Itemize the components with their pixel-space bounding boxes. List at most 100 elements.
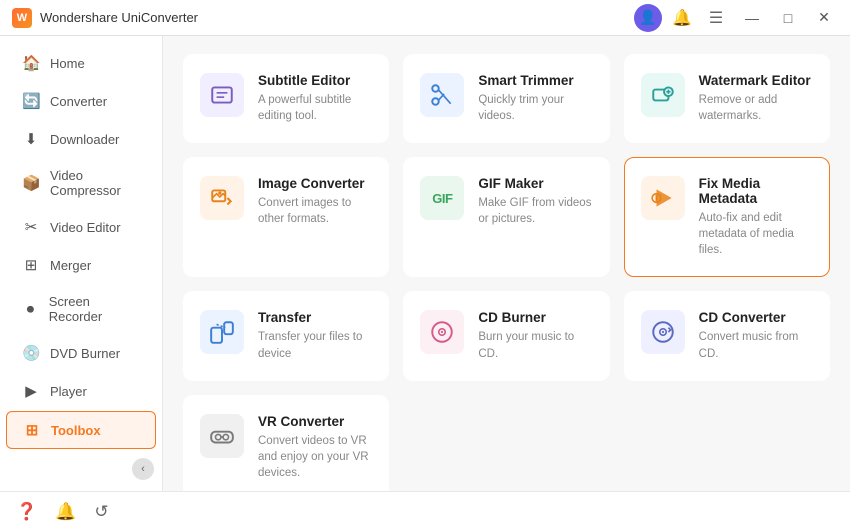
fix-media-metadata-info: Fix Media Metadata Auto-fix and edit meta… — [699, 176, 813, 258]
sidebar-item-video-compressor[interactable]: 📦 Video Compressor — [6, 159, 156, 207]
merger-icon: ⊞ — [22, 256, 40, 274]
help-icon[interactable]: ❓ — [16, 502, 37, 522]
watermark-editor-desc: Remove or add watermarks. — [699, 92, 813, 124]
cd-converter-desc: Convert music from CD. — [699, 329, 813, 361]
tool-card-gif-maker[interactable]: GIF GIF Maker Make GIF from videos or pict… — [403, 157, 609, 277]
smart-trimmer-name: Smart Trimmer — [478, 73, 592, 88]
transfer-name: Transfer — [258, 310, 372, 325]
home-icon: 🏠 — [22, 54, 40, 72]
watermark-editor-info: Watermark Editor Remove or add watermarks… — [699, 73, 813, 124]
gif-maker-desc: Make GIF from videos or pictures. — [478, 195, 592, 227]
converter-icon: 🔄 — [22, 92, 40, 110]
fix-media-metadata-desc: Auto-fix and edit metadata of media file… — [699, 210, 813, 258]
tool-card-watermark-editor[interactable]: Watermark Editor Remove or add watermarks… — [624, 54, 830, 143]
profile-icon[interactable]: 👤 — [634, 4, 662, 32]
minimize-button[interactable]: — — [738, 8, 766, 28]
sidebar-item-toolbox[interactable]: ⊞ Toolbox — [6, 411, 156, 449]
cd-burner-info: CD Burner Burn your music to CD. — [478, 310, 592, 361]
refresh-icon[interactable]: ↺ — [94, 502, 108, 522]
image-converter-info: Image Converter Convert images to other f… — [258, 176, 372, 227]
toolbox-icon: ⊞ — [23, 421, 41, 439]
smart-trimmer-info: Smart Trimmer Quickly trim your videos. — [478, 73, 592, 124]
titlebar-left: W Wondershare UniConverter — [12, 8, 198, 28]
tool-card-transfer[interactable]: Transfer Transfer your files to device — [183, 291, 389, 380]
vr-converter-info: VR ConverterConvert videos to VR and enj… — [258, 414, 372, 481]
tool-card-subtitle-editor[interactable]: Subtitle Editor A powerful subtitle editi… — [183, 54, 389, 143]
bottombar: ❓ 🔔 ↺ — [0, 491, 850, 531]
app-logo: W — [12, 8, 32, 28]
vr-converter-desc: Convert videos to VR and enjoy on your V… — [258, 433, 372, 481]
notification-icon[interactable]: 🔔 — [55, 502, 76, 522]
subtitle-editor-name: Subtitle Editor — [258, 73, 372, 88]
player-icon: ▶ — [22, 382, 40, 400]
smart-trimmer-desc: Quickly trim your videos. — [478, 92, 592, 124]
cd-converter-name: CD Converter — [699, 310, 813, 325]
sidebar-item-toolbox-label: Toolbox — [51, 423, 101, 438]
sidebar-item-player-label: Player — [50, 384, 87, 399]
sidebar-item-dvd-burner[interactable]: 💿 DVD Burner — [6, 335, 156, 371]
tool-card-smart-trimmer[interactable]: Smart Trimmer Quickly trim your videos. — [403, 54, 609, 143]
tool-card-vr-converter[interactable]: VR ConverterConvert videos to VR and enj… — [183, 395, 389, 491]
transfer-info: Transfer Transfer your files to device — [258, 310, 372, 361]
sidebar-item-video-editor-label: Video Editor — [50, 220, 121, 235]
sidebar-item-home-label: Home — [50, 56, 85, 71]
sidebar-item-video-compressor-label: Video Compressor — [50, 168, 140, 198]
sidebar-item-screen-recorder[interactable]: ⏺ Screen Recorder — [6, 285, 156, 333]
dvd-burner-icon: 💿 — [22, 344, 40, 362]
sidebar: 🏠 Home 🔄 Converter ⬇ Downloader 📦 Video … — [0, 36, 163, 491]
tool-card-image-converter[interactable]: Image Converter Convert images to other f… — [183, 157, 389, 277]
tool-grid: Subtitle Editor A powerful subtitle editi… — [183, 54, 830, 491]
cd-burner-desc: Burn your music to CD. — [478, 329, 592, 361]
gif-maker-name: GIF Maker — [478, 176, 592, 191]
image-converter-icon — [200, 176, 244, 220]
bell-icon[interactable]: 🔔 — [668, 4, 696, 32]
tool-card-cd-burner[interactable]: CD Burner Burn your music to CD. — [403, 291, 609, 380]
tool-card-fix-media-metadata[interactable]: Fix Media Metadata Auto-fix and edit meta… — [624, 157, 830, 277]
subtitle-editor-info: Subtitle Editor A powerful subtitle editi… — [258, 73, 372, 124]
tool-card-cd-converter[interactable]: CD Converter Convert music from CD. — [624, 291, 830, 380]
fix-media-metadata-icon — [641, 176, 685, 220]
cd-converter-info: CD Converter Convert music from CD. — [699, 310, 813, 361]
content-area: Subtitle Editor A powerful subtitle editi… — [163, 36, 850, 491]
sidebar-collapse: ‹ — [0, 450, 162, 488]
subtitle-editor-icon — [200, 73, 244, 117]
collapse-button[interactable]: ‹ — [132, 458, 154, 480]
maximize-button[interactable]: □ — [774, 8, 802, 28]
sidebar-item-converter-label: Converter — [50, 94, 107, 109]
sidebar-item-merger[interactable]: ⊞ Merger — [6, 247, 156, 283]
menu-icon[interactable]: ☰ — [702, 4, 730, 32]
titlebar: W Wondershare UniConverter 👤 🔔 ☰ — □ ✕ — [0, 0, 850, 36]
titlebar-right: 👤 🔔 ☰ — □ ✕ — [634, 4, 838, 32]
gif-maker-info: GIF Maker Make GIF from videos or picture… — [478, 176, 592, 227]
sidebar-item-merger-label: Merger — [50, 258, 91, 273]
video-editor-icon: ✂ — [22, 218, 40, 236]
sidebar-item-screen-recorder-label: Screen Recorder — [49, 294, 140, 324]
transfer-desc: Transfer your files to device — [258, 329, 372, 361]
watermark-editor-icon — [641, 73, 685, 117]
subtitle-editor-desc: A powerful subtitle editing tool. — [258, 92, 372, 124]
image-converter-name: Image Converter — [258, 176, 372, 191]
gif-maker-icon: GIF — [420, 176, 464, 220]
sidebar-item-video-editor[interactable]: ✂ Video Editor — [6, 209, 156, 245]
main-layout: 🏠 Home 🔄 Converter ⬇ Downloader 📦 Video … — [0, 36, 850, 491]
sidebar-item-converter[interactable]: 🔄 Converter — [6, 83, 156, 119]
cd-converter-icon — [641, 310, 685, 354]
screen-recorder-icon: ⏺ — [22, 301, 39, 318]
close-button[interactable]: ✕ — [810, 8, 838, 28]
vr-converter-icon — [200, 414, 244, 458]
fix-media-metadata-name: Fix Media Metadata — [699, 176, 813, 206]
cd-burner-icon — [420, 310, 464, 354]
top-icons: 👤 🔔 ☰ — [634, 4, 730, 32]
sidebar-item-dvd-burner-label: DVD Burner — [50, 346, 120, 361]
image-converter-desc: Convert images to other formats. — [258, 195, 372, 227]
cd-burner-name: CD Burner — [478, 310, 592, 325]
transfer-icon — [200, 310, 244, 354]
sidebar-item-home[interactable]: 🏠 Home — [6, 45, 156, 81]
video-compressor-icon: 📦 — [22, 174, 40, 192]
sidebar-item-downloader[interactable]: ⬇ Downloader — [6, 121, 156, 157]
watermark-editor-name: Watermark Editor — [699, 73, 813, 88]
app-title: Wondershare UniConverter — [40, 10, 198, 25]
sidebar-item-player[interactable]: ▶ Player — [6, 373, 156, 409]
sidebar-item-downloader-label: Downloader — [50, 132, 119, 147]
downloader-icon: ⬇ — [22, 130, 40, 148]
